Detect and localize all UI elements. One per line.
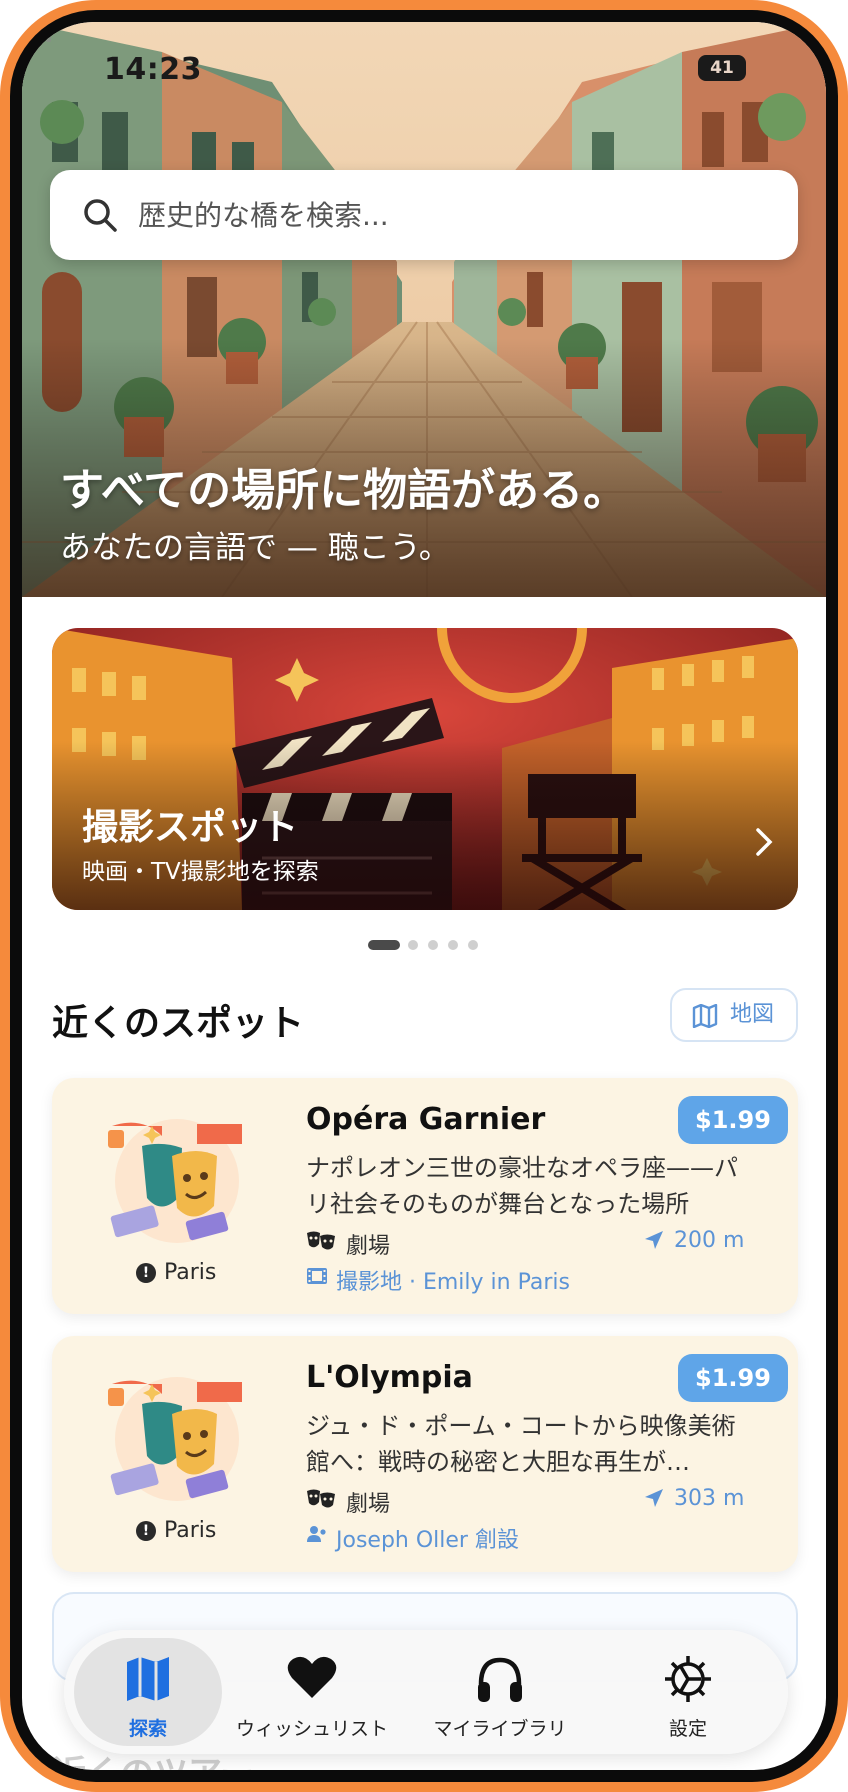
status-time: 14:23 — [104, 52, 202, 87]
city-label: ! Paris — [136, 1518, 216, 1543]
spot-card[interactable]: ! Paris L'Olympia $1.99 ジュ・ド・ポーム・コートから映像… — [52, 1336, 798, 1572]
film-icon — [307, 1268, 327, 1284]
page-dot[interactable] — [448, 940, 458, 950]
heart-icon — [287, 1656, 337, 1698]
location-arrow-icon — [645, 1231, 663, 1249]
city-label: ! Paris — [136, 1260, 216, 1285]
page-dot[interactable] — [408, 940, 418, 950]
theater-masks-icon — [307, 1489, 335, 1508]
tab-label: 設定 — [668, 1718, 707, 1740]
banner-title: 撮影スポット — [82, 807, 299, 848]
featured-banner-filming-spots[interactable]: 撮影スポット 映画・TV撮影地を探索 — [52, 628, 798, 910]
price-badge[interactable]: $1.99 — [678, 1354, 788, 1402]
page-dot[interactable] — [468, 940, 478, 950]
theater-masks-icon — [307, 1231, 335, 1250]
hero-title: すべての場所に物語がある。 — [60, 465, 628, 516]
map-icon — [692, 1004, 718, 1028]
page-dot[interactable] — [428, 940, 438, 950]
spot-card[interactable]: ! Paris Opéra Garnier $1.99 ナポレオン三世の豪壮なオ… — [52, 1078, 798, 1314]
theater-masks-illustration — [108, 1377, 242, 1501]
category-label: 劇場 — [306, 1486, 390, 1518]
map-button[interactable]: 地図 — [670, 988, 798, 1042]
search-bar[interactable] — [50, 170, 798, 260]
tab-label: 探索 — [128, 1718, 167, 1740]
distance-label: 303 m — [644, 1486, 744, 1511]
chevron-right-icon — [756, 828, 773, 856]
map-button-label: 地図 — [730, 1002, 775, 1027]
location-pin-icon: ! — [136, 1521, 156, 1541]
headphones-icon — [478, 1657, 522, 1702]
tab-label: マイライブラリ — [433, 1718, 567, 1740]
gear-icon — [665, 1656, 711, 1702]
device-frame: 14:23 41 歴史的な橋を検索... すべての場所に物語がある。 あなたの言… — [0, 0, 848, 1792]
tab-explore[interactable]: 探索 — [74, 1638, 222, 1746]
hero-subtitle: あなたの言語で — 聴こう。 — [60, 530, 450, 566]
location-arrow-icon — [645, 1489, 663, 1507]
hero-section: 14:23 41 歴史的な橋を検索... すべての場所に物語がある。 あなたの言… — [22, 22, 826, 597]
spot-name: Opéra Garnier — [306, 1102, 546, 1137]
tab-wishlist[interactable]: ウィッシュリスト — [232, 1638, 392, 1746]
status-bar: 14:23 41 — [22, 22, 826, 92]
map-icon — [127, 1657, 169, 1701]
category-label: 劇場 — [306, 1228, 390, 1260]
banner-subtitle: 映画・TV撮影地を探索 — [82, 859, 319, 885]
spot-description: ナポレオン三世の豪壮なオペラ座——パリ社会そのものが舞台となった場所 — [306, 1154, 738, 1218]
tab-my-library[interactable]: マイライブラリ — [410, 1638, 590, 1746]
person-icon — [307, 1526, 326, 1542]
location-pin-icon: ! — [136, 1263, 156, 1283]
device-bezel: 14:23 41 歴史的な橋を検索... すべての場所に物語がある。 あなたの言… — [10, 10, 838, 1782]
section-title-nearby-spots: 近くのスポット — [52, 1003, 305, 1044]
search-icon — [84, 199, 117, 232]
battery-indicator: 41 — [698, 55, 746, 81]
page-dot-active[interactable] — [368, 940, 400, 950]
wifi-icon — [22, 22, 58, 46]
theater-masks-illustration — [108, 1119, 242, 1243]
app-screen: 14:23 41 歴史的な橋を検索... すべての場所に物語がある。 あなたの言… — [22, 22, 826, 1770]
founder-tag-link[interactable]: Joseph Oller 創設 — [306, 1522, 519, 1554]
spot-description: ジュ・ド・ポーム・コートから映像美術館へ：戦時の秘密と大胆な再生が… — [306, 1412, 736, 1476]
filming-tag-link[interactable]: 撮影地 · Emily in Paris — [306, 1264, 570, 1296]
price-badge[interactable]: $1.99 — [678, 1096, 788, 1144]
tab-label: ウィッシュリスト — [235, 1718, 388, 1740]
distance-label: 200 m — [644, 1228, 744, 1253]
tab-settings[interactable]: 設定 — [608, 1638, 768, 1746]
tab-bar: 探索 ウィッシュリスト マイライブラリ 設定 — [64, 1630, 788, 1754]
spot-name: L'Olympia — [306, 1360, 473, 1395]
search-input[interactable] — [138, 190, 758, 240]
